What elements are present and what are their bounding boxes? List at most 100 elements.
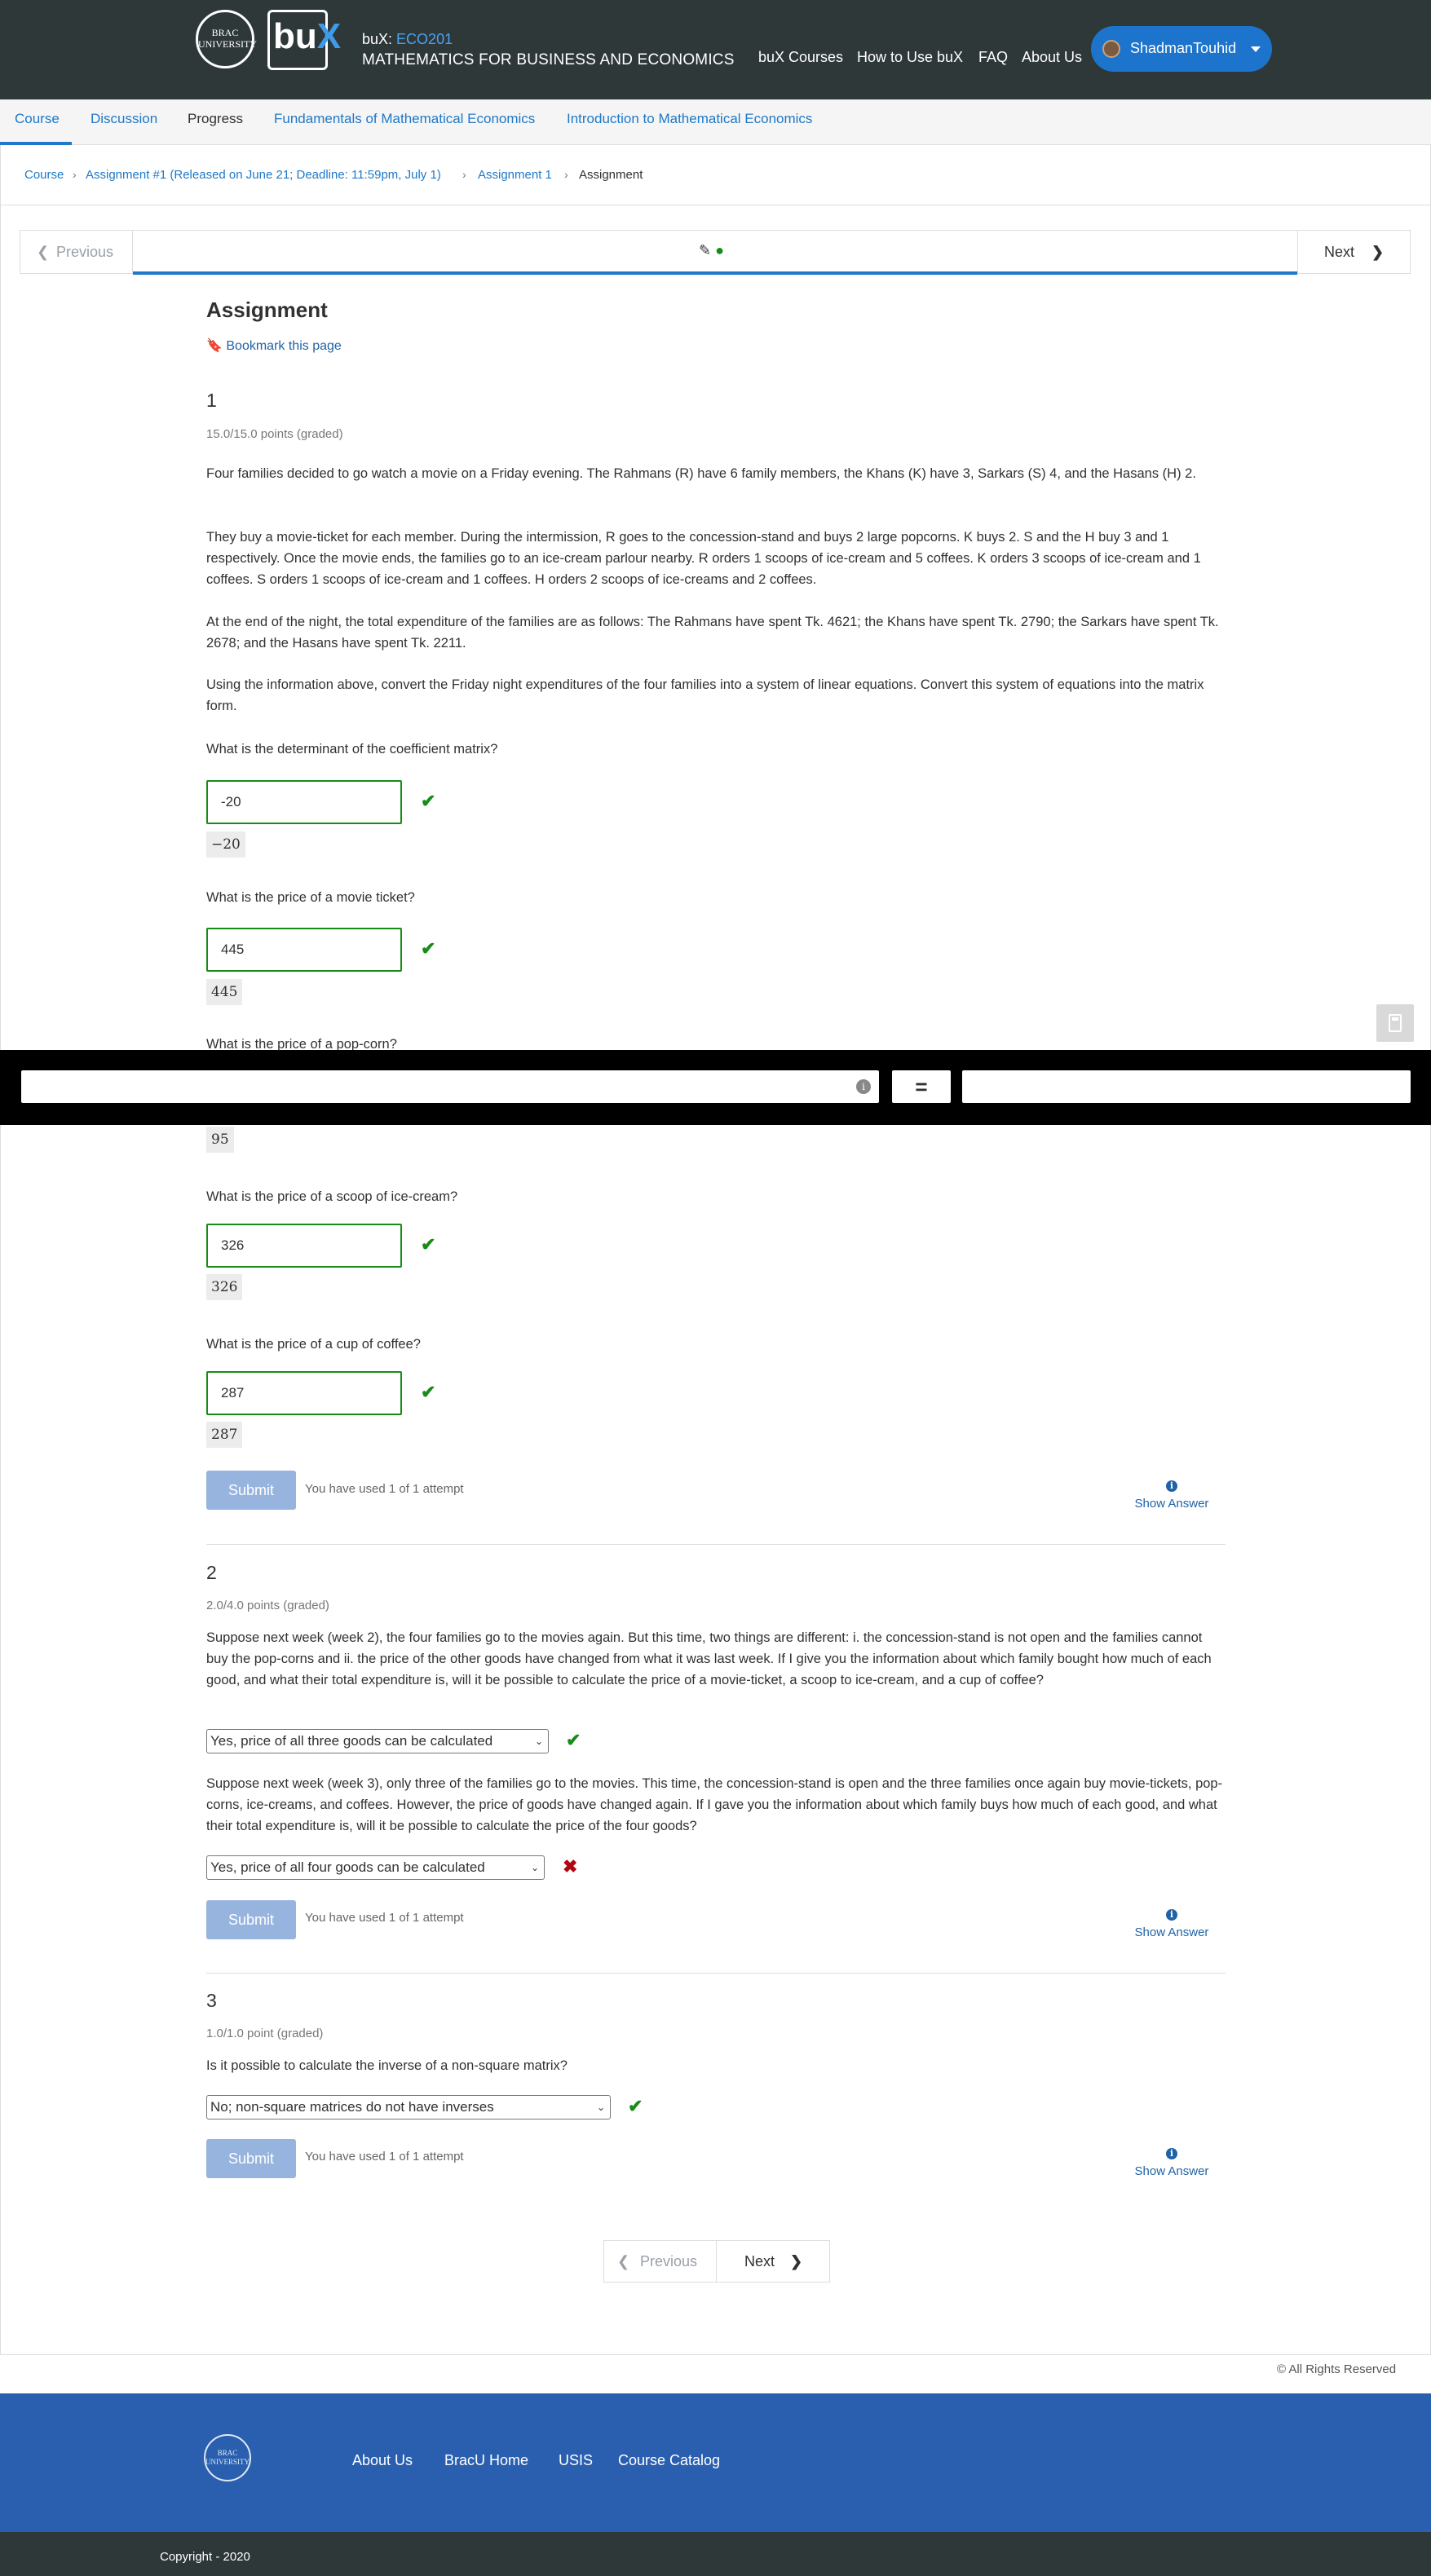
next-button[interactable]: Next ❯ <box>1297 231 1410 273</box>
nav-about-us[interactable]: About Us <box>1022 49 1082 66</box>
edit-icon: ✎ <box>699 242 712 258</box>
content-border-left <box>0 145 1 2354</box>
info-icon[interactable]: i <box>856 1079 871 1094</box>
bookmark-icon: 🔖 <box>206 339 223 353</box>
sequence-nav: ❮ Previous ✎ ● Next ❯ <box>20 230 1411 275</box>
problem-1-paragraph: They buy a movie-ticket for each member.… <box>206 530 1201 587</box>
inverse-answer-select[interactable]: No; non-square matrices do not have inve… <box>206 2095 611 2119</box>
math-preview: 445 <box>206 979 243 1005</box>
submit-button[interactable]: Submit <box>206 2139 296 2178</box>
attempts-text: You have used 1 of 1 attempt <box>305 2150 464 2164</box>
incorrect-x-icon: ✖ <box>563 1856 578 1877</box>
chevron-right-icon: ❯ <box>1371 244 1385 260</box>
tab-fundamentals[interactable]: Fundamentals of Mathematical Economics <box>274 99 535 145</box>
calculator-toggle-button[interactable] <box>1376 1004 1414 1042</box>
course-tabs: Course Discussion Progress Fundamentals … <box>0 99 1431 145</box>
footer-logo[interactable]: BRAC UNIVERSITY <box>204 2434 251 2481</box>
footer-link-usis[interactable]: USIS <box>559 2452 593 2469</box>
breadcrumb-separator: › <box>73 168 77 181</box>
caret-down-icon <box>1251 46 1261 52</box>
unit-tab[interactable]: ✎ ● <box>699 242 724 259</box>
chevron-down-icon: ⌄ <box>530 1862 539 1873</box>
breadcrumb: Course › Assignment #1 (Released on June… <box>0 145 1431 205</box>
submit-button[interactable]: Submit <box>206 1471 296 1510</box>
problem-2-paragraph: Suppose next week (week 3), only three o… <box>206 1776 1223 1833</box>
info-icon: i <box>1166 2148 1177 2159</box>
movie-ticket-input[interactable]: 445 <box>206 928 402 972</box>
question-determinant: What is the determinant of the coefficie… <box>206 742 498 756</box>
correct-check-icon: ✔ <box>421 1234 436 1255</box>
page-title: Assignment <box>206 298 328 322</box>
bux-logo[interactable]: buX <box>267 10 341 70</box>
chevron-left-icon: ❮ <box>37 244 50 260</box>
week3-answer-select[interactable]: Yes, price of all four goods can be calc… <box>206 1855 545 1880</box>
brac-university-logo[interactable]: BRAC UNIVERSITY <box>196 10 257 68</box>
footer-link-bracu-home[interactable]: BracU Home <box>444 2452 528 2469</box>
correct-check-icon: ✔ <box>628 2096 643 2116</box>
math-preview: 287 <box>206 1422 243 1448</box>
all-rights-reserved: © All Rights Reserved <box>1277 2362 1397 2376</box>
active-unit-indicator <box>133 271 1297 275</box>
footer-link-about-us[interactable]: About Us <box>352 2452 413 2469</box>
determinant-input[interactable]: -20 <box>206 780 402 824</box>
math-preview: 326 <box>206 1274 243 1300</box>
problem-1-number: 1 <box>206 390 217 411</box>
course-id: buX: ECO201 <box>362 31 453 47</box>
previous-button[interactable]: ❮ Previous <box>604 2241 717 2282</box>
problem-3-points: 1.0/1.0 point (graded) <box>206 2027 324 2040</box>
copyright-text: Copyright - 2020 <box>160 2550 250 2564</box>
correct-check-icon: ✔ <box>421 791 436 811</box>
breadcrumb-current: Assignment <box>579 168 643 182</box>
bookmark-button[interactable]: 🔖 Bookmark this page <box>206 337 342 354</box>
problem-3-question: Is it possible to calculate the inverse … <box>206 2058 568 2073</box>
footer-link-course-catalog[interactable]: Course Catalog <box>618 2452 720 2469</box>
chevron-down-icon: ⌄ <box>534 1736 543 1747</box>
breadcrumb-assignment-1[interactable]: Assignment 1 <box>478 168 552 182</box>
chevron-right-icon: ❯ <box>790 2253 803 2269</box>
attempts-text: You have used 1 of 1 attempt <box>305 1482 464 1496</box>
week2-answer-select[interactable]: Yes, price of all three goods can be cal… <box>206 1729 549 1753</box>
tab-progress[interactable]: Progress <box>188 99 243 145</box>
nav-how-to-use[interactable]: How to Use buX <box>857 49 963 66</box>
bottom-sequence-nav: ❮ Previous Next ❯ <box>603 2240 830 2283</box>
previous-button[interactable]: ❮ Previous <box>20 231 133 273</box>
correct-check-icon: ✔ <box>421 938 436 959</box>
show-answer-button[interactable]: i Show Answer <box>1127 1480 1217 1511</box>
submit-button[interactable]: Submit <box>206 1900 296 1939</box>
copyright-bar: Copyright - 2020 <box>0 2532 1431 2576</box>
nav-faq[interactable]: FAQ <box>978 49 1008 66</box>
problem-1-paragraph: At the end of the night, the total expen… <box>206 615 1219 651</box>
breadcrumb-separator: › <box>462 168 466 181</box>
show-answer-button[interactable]: i Show Answer <box>1127 1909 1217 1939</box>
math-preview: −20 <box>206 831 245 858</box>
question-movie-ticket: What is the price of a movie ticket? <box>206 890 415 905</box>
breadcrumb-course[interactable]: Course <box>24 168 64 182</box>
attempts-text: You have used 1 of 1 attempt <box>305 1911 464 1925</box>
calculator-icon <box>1389 1014 1402 1032</box>
username: ShadmanTouhid <box>1130 40 1237 56</box>
divider <box>206 1973 1226 1974</box>
breadcrumb-assignment-section[interactable]: Assignment #1 (Released on June 21; Dead… <box>86 168 441 182</box>
calculator-input[interactable]: i <box>21 1070 879 1103</box>
check-circle-icon: ● <box>715 242 724 258</box>
calculator-equals-button[interactable]: = <box>892 1070 951 1103</box>
avatar <box>1102 40 1120 58</box>
show-answer-button[interactable]: i Show Answer <box>1127 2148 1217 2178</box>
site-footer: BRAC UNIVERSITY About Us BracU Home USIS… <box>0 2393 1431 2532</box>
ice-cream-input[interactable]: 326 <box>206 1224 402 1268</box>
tab-course[interactable]: Course <box>0 99 72 145</box>
problem-1-points: 15.0/15.0 points (graded) <box>206 427 343 441</box>
question-ice-cream: What is the price of a scoop of ice-crea… <box>206 1189 458 1204</box>
question-popcorn: What is the price of a pop-corn? <box>206 1037 397 1050</box>
nav-bux-courses[interactable]: buX Courses <box>758 49 843 66</box>
info-icon: i <box>1166 1480 1177 1492</box>
problem-2-points: 2.0/4.0 points (graded) <box>206 1599 329 1612</box>
breadcrumb-separator: › <box>564 168 568 181</box>
info-icon: i <box>1166 1909 1177 1921</box>
user-menu-button[interactable]: ShadmanTouhid <box>1091 26 1272 72</box>
tab-introduction[interactable]: Introduction to Mathematical Economics <box>567 99 812 145</box>
question-coffee: What is the price of a cup of coffee? <box>206 1337 421 1352</box>
tab-discussion[interactable]: Discussion <box>91 99 157 145</box>
next-button[interactable]: Next ❯ <box>717 2241 829 2282</box>
coffee-input[interactable]: 287 <box>206 1371 402 1415</box>
